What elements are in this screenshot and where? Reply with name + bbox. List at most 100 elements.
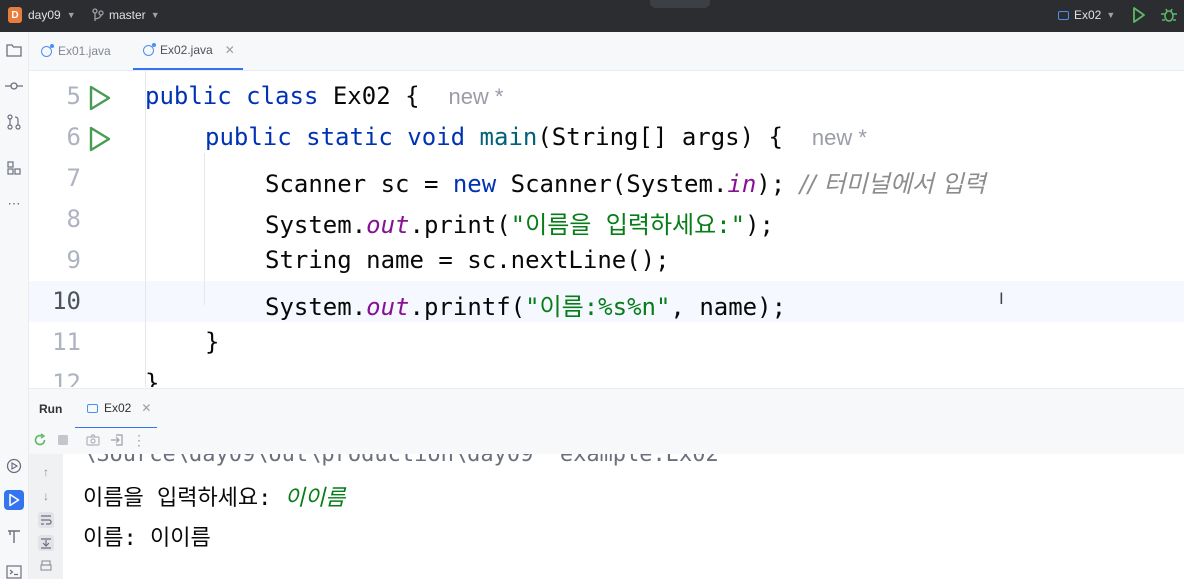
- console-user-input: 이이름: [284, 486, 346, 511]
- window-notch: [650, 0, 710, 8]
- run-config-selector[interactable]: Ex02 ▼: [1058, 8, 1115, 22]
- line-number: 5: [66, 82, 81, 110]
- indent-guide: [204, 153, 205, 305]
- editor-tab-bar: Ex01.java Ex02.java ✕: [29, 32, 1184, 71]
- line-number: 9: [66, 246, 81, 274]
- left-toolbar: ⋯: [0, 32, 29, 579]
- branch-icon: [92, 8, 104, 21]
- line-number: 11: [52, 328, 81, 356]
- commit-icon[interactable]: [4, 76, 24, 96]
- terminal-icon[interactable]: [4, 562, 24, 582]
- project-selector[interactable]: D day09 ▼: [8, 7, 76, 23]
- run-panel-title: Run: [39, 402, 63, 416]
- more-icon[interactable]: ⋮: [131, 432, 147, 448]
- gutter-line: 5: [29, 76, 139, 117]
- stop-icon[interactable]: [55, 432, 71, 448]
- code-line: System.out.printf("이름:%s%n", name);: [265, 287, 786, 322]
- rerun-icon[interactable]: [32, 432, 48, 448]
- gutter-line: 10: [29, 281, 139, 322]
- close-icon[interactable]: ✕: [225, 43, 235, 57]
- up-arrow-icon[interactable]: ↑: [38, 464, 54, 480]
- branch-name: master: [109, 8, 146, 22]
- code-editor[interactable]: 5 6 7 8 9 10 11 12 public class Ex02 { n…: [29, 71, 1184, 387]
- chevron-down-icon: ▼: [150, 10, 160, 20]
- app-config-icon: [1058, 10, 1069, 20]
- project-badge: D: [8, 7, 22, 23]
- exit-icon[interactable]: [109, 432, 125, 448]
- author-hint[interactable]: new *: [448, 84, 503, 109]
- code-line: public class Ex02 { new *: [145, 82, 504, 110]
- tab-ex02[interactable]: Ex02.java ✕: [133, 32, 243, 70]
- gutter-line: 12: [29, 363, 139, 387]
- tab-label: Ex02.java: [160, 43, 213, 57]
- gutter-line: 8: [29, 199, 139, 240]
- run-gutter-icon[interactable]: [88, 85, 112, 111]
- code-text: .print(: [409, 211, 511, 239]
- gutter-line: 6: [29, 117, 139, 158]
- gutter-line: 7: [29, 158, 139, 199]
- code-line: }: [205, 328, 219, 356]
- run-config-name: Ex02: [1074, 8, 1102, 22]
- console-command-line: \Source\day09\out\production\day09 examp…: [83, 454, 719, 467]
- run-tab-ex02[interactable]: Ex02 ✕: [75, 389, 158, 429]
- string-literal: "이름을 입력하세요:": [510, 211, 746, 239]
- gutter-line: 9: [29, 240, 139, 281]
- close-icon[interactable]: ✕: [141, 401, 151, 415]
- scroll-end-icon[interactable]: [38, 535, 54, 551]
- chevron-down-icon: ▼: [1106, 10, 1116, 20]
- line-number: 6: [66, 123, 81, 151]
- console-output[interactable]: \Source\day09\out\production\day09 examp…: [63, 454, 1184, 579]
- line-number: 10: [52, 287, 81, 315]
- code-text: Ex02 {: [318, 82, 420, 110]
- gutter-line: 11: [29, 322, 139, 363]
- line-number: 8: [66, 205, 81, 233]
- code-text: }: [205, 328, 220, 356]
- code-text: );: [756, 170, 800, 198]
- tab-ex01[interactable]: Ex01.java: [41, 32, 111, 70]
- code-line: public static void main(String[] args) {…: [205, 123, 867, 151]
- code-text: , name);: [670, 293, 787, 321]
- code-text: Scanner(System.: [496, 170, 728, 198]
- static-field: out: [366, 293, 410, 321]
- project-name: day09: [28, 8, 61, 22]
- java-class-icon: [41, 43, 54, 57]
- code-text: System.: [265, 211, 367, 239]
- down-arrow-icon[interactable]: ↓: [38, 488, 54, 504]
- console-side-toolbar: ↑ ↓: [29, 454, 63, 579]
- print-icon[interactable]: [38, 558, 54, 574]
- run-panel-header: Run Ex02 ✕: [29, 388, 1184, 429]
- console-line: 이름을 입력하세요: 이이름: [83, 480, 345, 512]
- more-icon[interactable]: ⋯: [4, 194, 24, 214]
- soft-wrap-icon[interactable]: [38, 512, 54, 528]
- code-text: System.: [265, 293, 367, 321]
- code-text: Scanner sc =: [265, 170, 453, 198]
- run-button[interactable]: [1132, 6, 1146, 27]
- method-name: main: [465, 123, 538, 151]
- run-tool-icon[interactable]: [4, 490, 24, 510]
- mouse-cursor-icon: I: [999, 289, 1004, 308]
- folder-icon[interactable]: [4, 40, 24, 60]
- build-icon[interactable]: [4, 526, 24, 546]
- run-tab-label: Ex02: [104, 401, 132, 415]
- chevron-down-icon: ▼: [66, 10, 76, 20]
- code-text: }: [145, 369, 160, 387]
- code-text: String name = sc.nextLine();: [265, 246, 670, 274]
- code-line: Scanner sc = new Scanner(System.in); // …: [265, 164, 986, 199]
- keyword: new: [452, 170, 497, 198]
- code-text: );: [745, 211, 775, 239]
- string-literal: "이름:%s%n": [525, 293, 671, 321]
- console-line: 이름: 이이름: [83, 526, 211, 551]
- tab-label: Ex01.java: [58, 44, 111, 58]
- debug-button[interactable]: [1160, 6, 1178, 27]
- camera-icon[interactable]: [85, 432, 101, 448]
- code-text: (String[] args) {: [537, 123, 783, 151]
- line-number: 12: [52, 369, 81, 387]
- services-icon[interactable]: [4, 456, 24, 476]
- code-line: System.out.print("이름을 입력하세요:");: [265, 205, 774, 240]
- run-gutter-icon[interactable]: [88, 126, 112, 152]
- branch-selector[interactable]: master ▼: [92, 8, 160, 22]
- java-class-icon: [143, 42, 156, 56]
- author-hint[interactable]: new *: [812, 125, 867, 150]
- structure-icon[interactable]: [4, 158, 24, 178]
- pull-request-icon[interactable]: [4, 112, 24, 132]
